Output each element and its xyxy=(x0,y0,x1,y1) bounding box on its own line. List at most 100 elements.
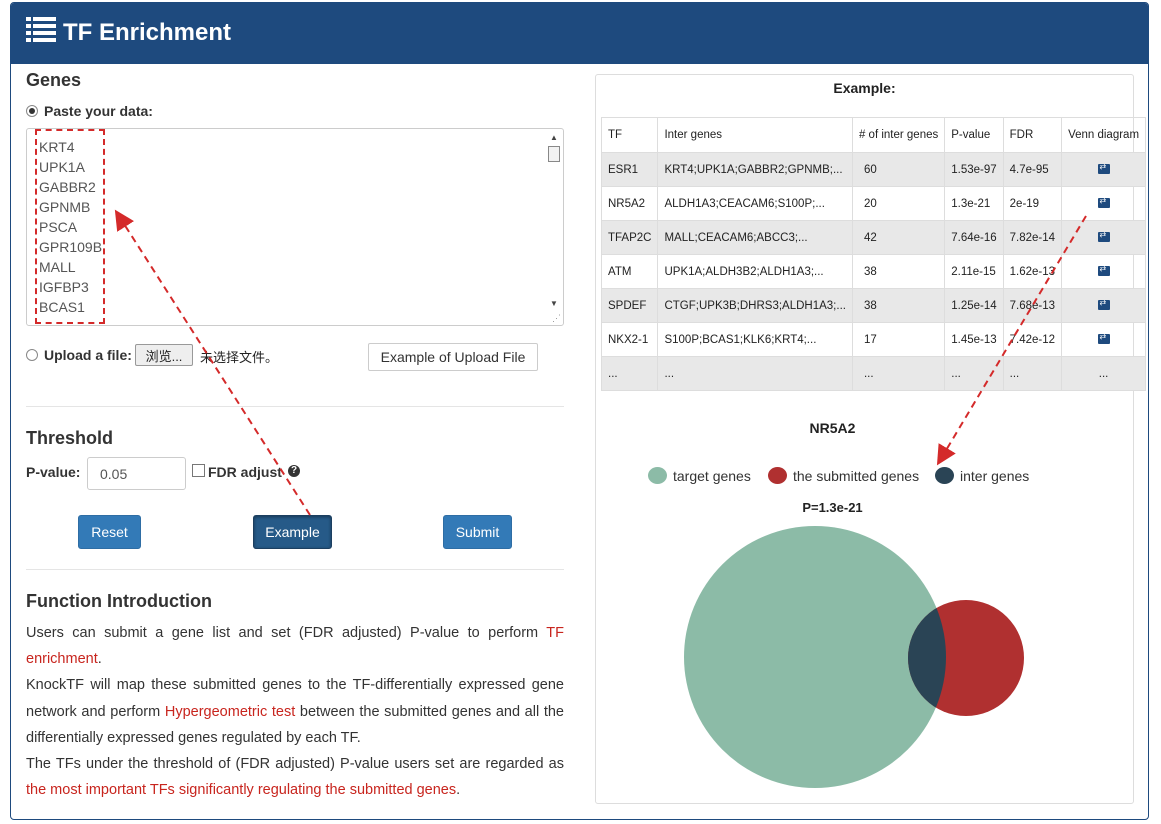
table-cell-count: 20 xyxy=(851,186,946,221)
table-cell-genes: UPK1A;ALDH3B2;ALDH1A3;... xyxy=(657,254,853,289)
table-cell-genes: CTGF;UPK3B;DHRS3;ALDH1A3;... xyxy=(657,288,853,323)
no-file-text: 未选择文件。 xyxy=(200,350,279,365)
venn-diagram-icon[interactable] xyxy=(1097,298,1110,311)
venn-diagram xyxy=(684,526,1024,788)
intro-paragraph: Users can submit a gene list and set (FD… xyxy=(26,620,564,672)
table-cell-genes: MALL;CEACAM6;ABCC3;... xyxy=(657,220,853,255)
intro-text-span: Users can submit a gene list and set (FD… xyxy=(26,625,547,641)
table-cell-fdr: ... xyxy=(1002,356,1063,391)
table-row: NR5A2 ALDH1A3;CEACAM6;S100P;... 20 1.3e-21 2… xyxy=(600,186,1147,221)
table-cell-pvalue: 2.11e-15 xyxy=(944,254,1004,289)
venn-diagram-icon[interactable] xyxy=(1097,162,1110,175)
divider xyxy=(26,406,564,407)
example-upload-file-button[interactable]: Example of Upload File xyxy=(368,343,538,371)
legend-label: inter genes xyxy=(960,467,1030,484)
legend-inter-genes: inter genes xyxy=(935,467,1029,484)
table-cell-tf: NR5A2 xyxy=(600,186,659,221)
table-cell-fdr: 1.62e-13 xyxy=(1002,254,1063,289)
scroll-down-icon[interactable]: ▼ xyxy=(547,298,561,310)
table-cell-venn: ... xyxy=(1061,356,1147,391)
table-cell-pvalue: 1.3e-21 xyxy=(944,186,1004,221)
table-cell-pvalue: 1.53e-97 xyxy=(944,152,1004,187)
legend-target-genes: target genes xyxy=(648,467,751,484)
table-row: ESR1 KRT4;UPK1A;GABBR2;GPNMB;... 60 1.53e-9… xyxy=(600,152,1147,187)
table-header-cell: # of inter genes xyxy=(851,117,946,153)
table-cell-tf: ATM xyxy=(600,254,659,289)
gene-textarea[interactable]: KRT4 UPK1A GABBR2 GPNMB PSCA GPR109B MALL IGFBP… xyxy=(26,128,564,326)
intro-text-span: . xyxy=(97,651,102,668)
legend-submitted-genes: the submitted genes xyxy=(768,467,919,484)
table-cell-tf: TFAP2C xyxy=(600,220,659,255)
example-button[interactable]: Example xyxy=(253,515,332,549)
table-cell-pvalue: ... xyxy=(944,356,1004,391)
venn-diagram-icon[interactable] xyxy=(1097,264,1110,277)
table-cell-pvalue: 1.45e-13 xyxy=(944,322,1004,357)
upload-label: Upload a file: xyxy=(44,347,132,363)
table-cell-venn xyxy=(1061,254,1147,289)
pvalue-label: P-value: xyxy=(26,464,81,480)
table-row: TFAP2C MALL;CEACAM6;ABCC3;... 42 7.64e-16 7.… xyxy=(600,220,1147,255)
upload-option[interactable]: Upload a file: xyxy=(26,347,132,363)
table-header-cell: TF xyxy=(600,117,659,153)
table-cell-count: 38 xyxy=(851,254,946,289)
scroll-up-icon[interactable]: ▲ xyxy=(547,132,561,144)
table-cell-venn xyxy=(1061,220,1147,255)
page-title: TF Enrichment xyxy=(63,19,232,46)
table-header-row: TF Inter genes # of inter genes P-value … xyxy=(600,117,1147,153)
legend-swatch xyxy=(768,467,787,484)
hypergeometric-test-link[interactable]: Hypergeometric test xyxy=(165,704,295,720)
genes-title: Genes xyxy=(26,70,82,90)
question-circle-icon[interactable]: ? xyxy=(288,465,300,477)
table-cell-venn xyxy=(1061,152,1147,187)
example-table: TF Inter genes # of inter genes P-value … xyxy=(600,117,1147,391)
textarea-scrollbar[interactable]: ▲ ▼ xyxy=(547,132,561,310)
table-cell-fdr: 7.42e-12 xyxy=(1002,322,1063,357)
paste-option[interactable]: Paste your data: xyxy=(26,103,153,119)
venn-diagram-icon[interactable] xyxy=(1097,332,1110,345)
table-header-cell: FDR xyxy=(1002,117,1063,153)
table-cell-fdr: 4.7e-95 xyxy=(1002,152,1063,187)
intro-text: Users can submit a gene list and set (FD… xyxy=(26,620,564,803)
paste-label: Paste your data: xyxy=(44,103,153,119)
table-cell-genes: ... xyxy=(657,356,853,391)
table-row: SPDEF CTGF;UPK3B;DHRS3;ALDH1A3;... 38 1.25e… xyxy=(600,288,1147,323)
intro-title: Function Introduction xyxy=(26,591,212,611)
annotation-dashed-box xyxy=(35,129,105,324)
legend-label: the submitted genes xyxy=(793,467,920,484)
table-cell-count: 17 xyxy=(851,322,946,357)
intro-paragraph: KnockTF will map these submitted genes t… xyxy=(26,672,564,751)
table-row: .................. xyxy=(600,356,1147,391)
table-cell-tf: SPDEF xyxy=(600,288,659,323)
legend-swatch xyxy=(648,467,667,484)
venn-diagram-icon[interactable] xyxy=(1097,196,1110,209)
table-cell-genes: KRT4;UPK1A;GABBR2;GPNMB;... xyxy=(657,152,853,187)
table-cell-tf: NKX2-1 xyxy=(600,322,659,357)
submit-button[interactable]: Submit xyxy=(443,515,512,549)
table-cell-genes: S100P;BCAS1;KLK6;KRT4;... xyxy=(657,322,853,357)
venn-diagram-icon[interactable] xyxy=(1097,230,1110,243)
fdr-checkbox[interactable] xyxy=(192,464,205,477)
table-cell-genes: ALDH1A3;CEACAM6;S100P;... xyxy=(657,186,853,221)
table-cell-fdr: 7.82e-14 xyxy=(1002,220,1063,255)
table-cell-count: 42 xyxy=(851,220,946,255)
table-header-cell: Venn diagram xyxy=(1061,117,1147,153)
paste-radio[interactable] xyxy=(26,105,38,117)
list-icon xyxy=(26,17,56,42)
scroll-thumb[interactable] xyxy=(548,146,560,162)
legend-swatch xyxy=(935,467,954,484)
intro-text-span: The TFs under the threshold of (FDR adju… xyxy=(26,756,564,773)
pvalue-input[interactable]: 0.05 xyxy=(87,457,186,490)
table-cell-fdr: 2e-19 xyxy=(1002,186,1063,221)
header-bar: TF Enrichment xyxy=(11,3,1148,64)
table-cell-venn xyxy=(1061,186,1147,221)
upload-radio[interactable] xyxy=(26,349,38,361)
reset-button[interactable]: Reset xyxy=(78,515,141,549)
table-row: NKX2-1 S100P;BCAS1;KLK6;KRT4;... 17 1.45e-1… xyxy=(600,322,1147,357)
intro-text-span: . xyxy=(456,782,461,799)
table-cell-fdr: 7.68e-13 xyxy=(1002,288,1063,323)
table-cell-count: ... xyxy=(851,356,946,391)
table-header-cell: Inter genes xyxy=(657,117,853,153)
fdr-label: FDR adjust xyxy=(208,464,282,480)
resize-grip-icon[interactable]: ⋰ xyxy=(552,313,561,324)
browse-button[interactable]: 浏览... xyxy=(135,344,193,366)
